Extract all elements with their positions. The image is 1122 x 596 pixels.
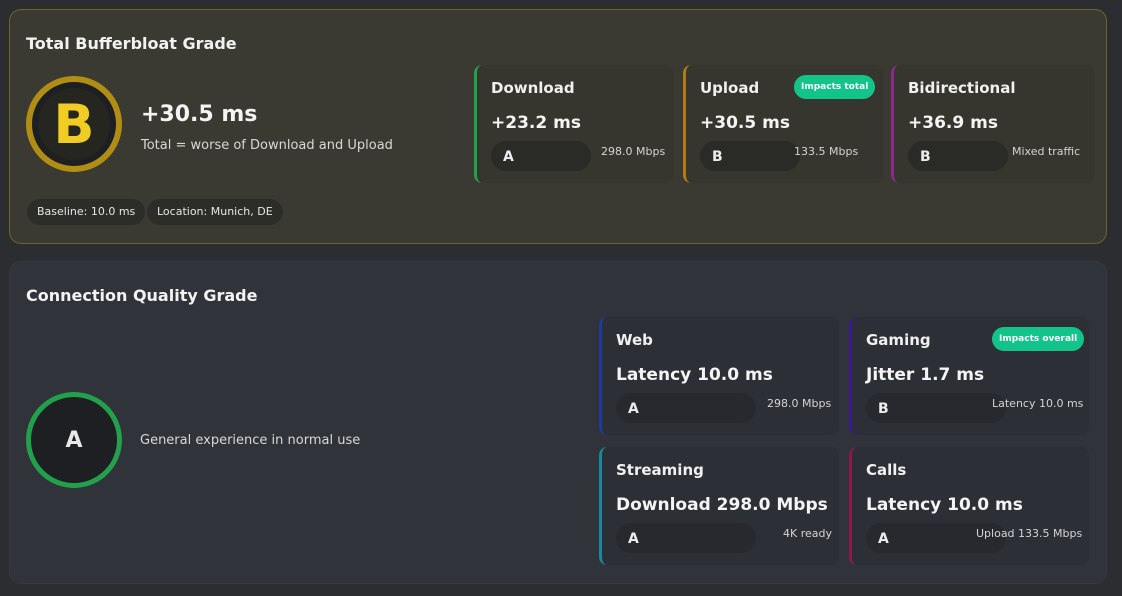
metric-value: Latency 10.0 ms (866, 495, 1023, 515)
metric-value: +36.9 ms (908, 113, 998, 133)
metric-grade: B (700, 141, 800, 171)
bufferbloat-title: Total Bufferbloat Grade (26, 34, 237, 53)
location-pill: Location: Munich, DE (147, 199, 283, 225)
metric-value: Latency 10.0 ms (616, 365, 773, 385)
metric-card-download: Download +23.2 ms A 298.0 Mbps (474, 65, 674, 183)
baseline-pill: Baseline: 10.0 ms (27, 199, 146, 225)
metric-note: Mixed traffic (1012, 145, 1081, 158)
metric-title: Bidirectional (908, 79, 1016, 97)
metric-grade: A (491, 141, 591, 171)
metric-card-web: Web Latency 10.0 ms A 298.0 Mbps (599, 317, 839, 435)
metric-title: Calls (866, 461, 907, 479)
metric-note: Latency 10.0 ms (992, 397, 1084, 410)
metric-value: Jitter 1.7 ms (866, 365, 985, 385)
metric-note: 298.0 Mbps (601, 145, 666, 158)
bufferbloat-panel: Total Bufferbloat Grade B +30.5 ms Total… (9, 9, 1107, 244)
metric-title: Streaming (616, 461, 704, 479)
metric-card-gaming: Gaming Impacts overall Jitter 1.7 ms B L… (849, 317, 1089, 435)
metric-value: +30.5 ms (700, 113, 790, 133)
metric-title: Upload (700, 79, 760, 97)
total-grade-letter: B (38, 88, 110, 160)
metric-note: 4K ready (783, 527, 832, 540)
metric-note: 133.5 Mbps (794, 145, 859, 158)
impacts-total-badge: Impacts total (794, 75, 876, 99)
connection-quality-panel: Connection Quality Grade A General exper… (9, 261, 1107, 584)
metric-card-upload: Upload Impacts total +30.5 ms B 133.5 Mb… (683, 65, 883, 183)
quality-grade-ring: A (26, 392, 122, 488)
metric-note: Upload 133.5 Mbps (976, 527, 1083, 540)
metric-card-streaming: Streaming Download 298.0 Mbps A 4K ready (599, 447, 839, 565)
metric-title: Web (616, 331, 653, 349)
total-bufferbloat-value: +30.5 ms (141, 102, 258, 127)
metric-card-calls: Calls Latency 10.0 ms A Upload 133.5 Mbp… (849, 447, 1089, 565)
metric-value: Download 298.0 Mbps (616, 495, 828, 515)
metric-grade: A (616, 393, 756, 423)
quality-grade-letter: A (65, 427, 83, 453)
metric-note: 298.0 Mbps (767, 397, 832, 410)
quality-description: General experience in normal use (140, 433, 361, 448)
total-grade-ring: B (26, 76, 122, 172)
metric-title: Gaming (866, 331, 931, 349)
total-description: Total = worse of Download and Upload (141, 138, 393, 153)
metric-grade: B (866, 393, 1006, 423)
metric-grade: B (908, 141, 1008, 171)
metric-card-bidirectional: Bidirectional +36.9 ms B Mixed traffic (891, 65, 1095, 183)
metric-title: Download (491, 79, 575, 97)
impacts-overall-badge: Impacts overall (992, 327, 1085, 351)
metric-grade: A (616, 523, 756, 553)
quality-title: Connection Quality Grade (26, 286, 258, 305)
metric-value: +23.2 ms (491, 113, 581, 133)
